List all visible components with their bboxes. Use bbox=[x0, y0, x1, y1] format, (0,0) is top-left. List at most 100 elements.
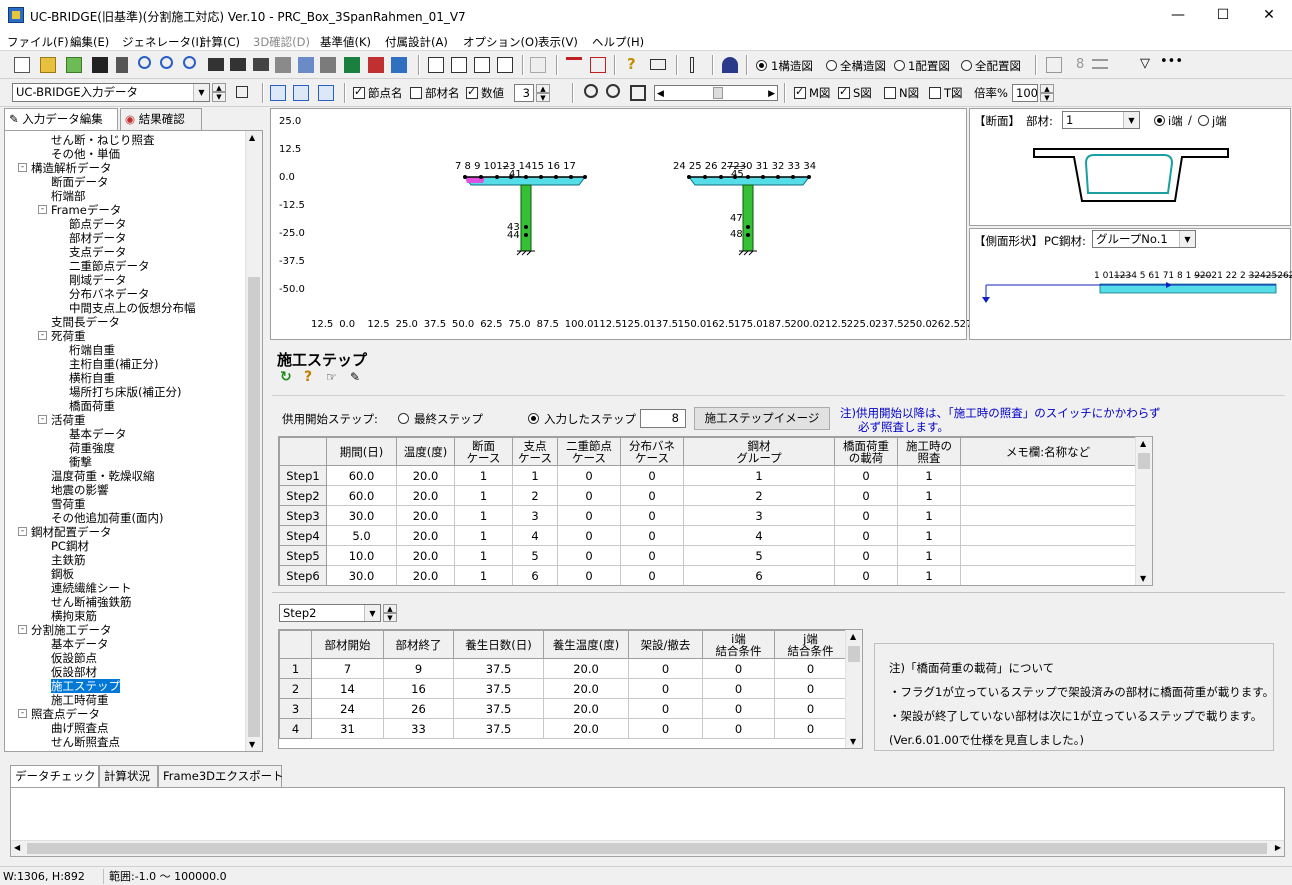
table-cell[interactable]: 5.0 bbox=[326, 525, 397, 546]
table-cell[interactable]: 0 bbox=[834, 465, 898, 486]
table-cell[interactable]: 1 bbox=[897, 485, 961, 506]
tree-item[interactable]: 鋼板 bbox=[51, 567, 74, 581]
row-header[interactable]: 3 bbox=[279, 698, 312, 719]
search-icon[interactable] bbox=[138, 56, 151, 69]
clear-icon[interactable] bbox=[1115, 57, 1131, 73]
tree-item[interactable]: 仮設節点 bbox=[51, 651, 97, 665]
tab-result[interactable]: ◉ 結果確認 bbox=[120, 108, 202, 130]
table-cell[interactable]: 1 bbox=[683, 465, 835, 486]
scroll-down-icon[interactable]: ▼ bbox=[850, 737, 856, 746]
pointer-icon[interactable]: ☞ bbox=[326, 370, 337, 384]
list-icon[interactable] bbox=[474, 57, 490, 73]
tree-item[interactable]: 分割施工データ bbox=[31, 623, 112, 637]
help-icon[interactable]: ? bbox=[627, 55, 636, 73]
brush-icon[interactable]: ✎ bbox=[350, 370, 360, 384]
check-node-name[interactable] bbox=[353, 85, 365, 99]
table-row[interactable]: 3 24 26 37.5 20.0 0 0 0 bbox=[279, 698, 847, 719]
tree-item[interactable]: 主鉄筋 bbox=[51, 553, 86, 567]
column-header[interactable]: 断面 ケース bbox=[454, 437, 513, 466]
tab-calc-status[interactable]: 計算状況 bbox=[99, 765, 158, 787]
table-cell[interactable]: 3 bbox=[512, 505, 558, 526]
table-cell[interactable]: 0 bbox=[557, 565, 621, 585]
table-cell[interactable]: 0 bbox=[620, 465, 684, 486]
tree-item[interactable]: Frameデータ bbox=[51, 203, 121, 217]
table-cell[interactable]: 0 bbox=[834, 545, 898, 566]
new-file-icon[interactable] bbox=[14, 57, 30, 73]
tree-item[interactable]: 雪荷重 bbox=[51, 497, 86, 511]
table-cell[interactable]: 2 bbox=[512, 485, 558, 506]
table-cell[interactable]: 0 bbox=[702, 718, 775, 739]
tree-item[interactable]: 横拘束筋 bbox=[51, 609, 97, 623]
pc-steel-select[interactable]: グループNo.1 ▼ bbox=[1092, 230, 1196, 248]
table-cell[interactable]: 37.5 bbox=[453, 698, 544, 719]
table-cell[interactable]: 20.0 bbox=[396, 485, 455, 506]
table-cell[interactable]: 37.5 bbox=[453, 718, 544, 739]
save-icon[interactable] bbox=[92, 57, 108, 73]
table-cell[interactable]: 26 bbox=[383, 698, 454, 719]
table-cell[interactable]: 31 bbox=[311, 718, 384, 739]
tree-item[interactable]: PC鋼材 bbox=[51, 539, 89, 553]
tree-item[interactable]: 活荷重 bbox=[51, 413, 86, 427]
tree-item[interactable]: せん断補強鉄筋 bbox=[51, 595, 132, 609]
column-header[interactable]: 部材終了 bbox=[383, 630, 454, 659]
calc-table-icon[interactable] bbox=[428, 57, 444, 73]
tree-item[interactable]: その他追加荷重(面内) bbox=[51, 511, 163, 525]
tree-item[interactable]: 支間長データ bbox=[51, 315, 120, 329]
table-cell[interactable]: 0 bbox=[702, 678, 775, 699]
table-cell[interactable]: 14 bbox=[311, 678, 384, 699]
step-image-button[interactable]: 施工ステップイメージ bbox=[694, 407, 830, 430]
steps-scroll-thumb[interactable] bbox=[1138, 453, 1150, 469]
table-cell[interactable]: 1 bbox=[897, 465, 961, 486]
tree-item[interactable]: 桁端部 bbox=[51, 189, 86, 203]
tree-item[interactable]: 剛域データ bbox=[69, 273, 127, 287]
grid-view-icon[interactable] bbox=[1046, 57, 1062, 73]
step-select[interactable]: Step2 ▼ bbox=[279, 604, 381, 622]
tree-item[interactable]: 場所打ち床版(補正分) bbox=[69, 385, 181, 399]
table-cell[interactable]: 60.0 bbox=[326, 485, 397, 506]
column-header[interactable]: メモ欄:名称など bbox=[960, 437, 1136, 466]
table-cell[interactable] bbox=[960, 565, 1136, 585]
table-row[interactable]: Step4 5.0 20.0 1 4 0 0 4 0 1 bbox=[279, 525, 1136, 546]
tree-item[interactable]: 地震の影響 bbox=[51, 483, 109, 497]
print-setup-icon[interactable] bbox=[253, 58, 269, 71]
tree-collapse-icon[interactable]: - bbox=[18, 625, 27, 634]
structure-graph[interactable]: 7 8 9 1012̶3 1415 16 17 41 43 44 24 25 2… bbox=[270, 108, 979, 340]
scroll-left-icon[interactable]: ◀ bbox=[14, 843, 20, 852]
table-cell[interactable]: 0 bbox=[628, 658, 703, 679]
radio-end-i[interactable] bbox=[1154, 115, 1165, 126]
menu-generator[interactable]: ジェネレータ(I) bbox=[122, 34, 203, 50]
tree-scroll-thumb[interactable] bbox=[248, 277, 260, 737]
table-cell[interactable]: 24 bbox=[311, 698, 384, 719]
table-row[interactable]: Step3 30.0 20.0 1 3 0 0 3 0 1 bbox=[279, 505, 1136, 526]
check-s-diagram[interactable] bbox=[838, 85, 850, 99]
trash-icon[interactable] bbox=[116, 57, 128, 73]
zoom-input[interactable]: 100 bbox=[1012, 84, 1038, 102]
radio-end-j[interactable] bbox=[1198, 115, 1209, 126]
menu-standard[interactable]: 基準値(K) bbox=[320, 34, 371, 50]
steps-scrollbar[interactable]: ▲ ▼ bbox=[1135, 437, 1152, 585]
tree-item[interactable]: 基本データ bbox=[69, 427, 127, 441]
structure-icon[interactable] bbox=[298, 57, 314, 73]
table-cell[interactable]: 3 bbox=[683, 505, 835, 526]
tree-item[interactable]: 構造解析データ bbox=[31, 161, 112, 175]
tree-item[interactable]: 部材データ bbox=[69, 231, 127, 245]
table-cell[interactable]: 1 bbox=[454, 485, 513, 506]
eight-icon[interactable]: 8 bbox=[1076, 57, 1084, 72]
table-cell[interactable]: 5 bbox=[512, 545, 558, 566]
log-hscrollbar[interactable]: ◀ ▶ bbox=[11, 840, 1284, 856]
tree-item[interactable]: 曲げ照査点 bbox=[51, 721, 109, 735]
table-cell[interactable]: 0 bbox=[557, 485, 621, 506]
scroll-up-icon[interactable]: ▲ bbox=[249, 133, 255, 142]
table-cell[interactable]: 20.0 bbox=[396, 565, 455, 585]
table-cell[interactable] bbox=[960, 545, 1136, 566]
members-scrollbar[interactable]: ▲ ▼ bbox=[845, 630, 862, 748]
table-cell[interactable]: 0 bbox=[620, 505, 684, 526]
member-select[interactable]: 1 ▼ bbox=[1062, 111, 1140, 129]
table-cell[interactable]: 1 bbox=[897, 545, 961, 566]
tree-item[interactable]: 施工時荷重 bbox=[51, 693, 109, 707]
table-cell[interactable]: 4 bbox=[512, 525, 558, 546]
tree-item[interactable]: 鋼材配置データ bbox=[31, 525, 112, 539]
table-cell[interactable]: 0 bbox=[628, 678, 703, 699]
log-scroll-thumb[interactable] bbox=[27, 843, 1267, 854]
check-values[interactable] bbox=[466, 85, 478, 99]
